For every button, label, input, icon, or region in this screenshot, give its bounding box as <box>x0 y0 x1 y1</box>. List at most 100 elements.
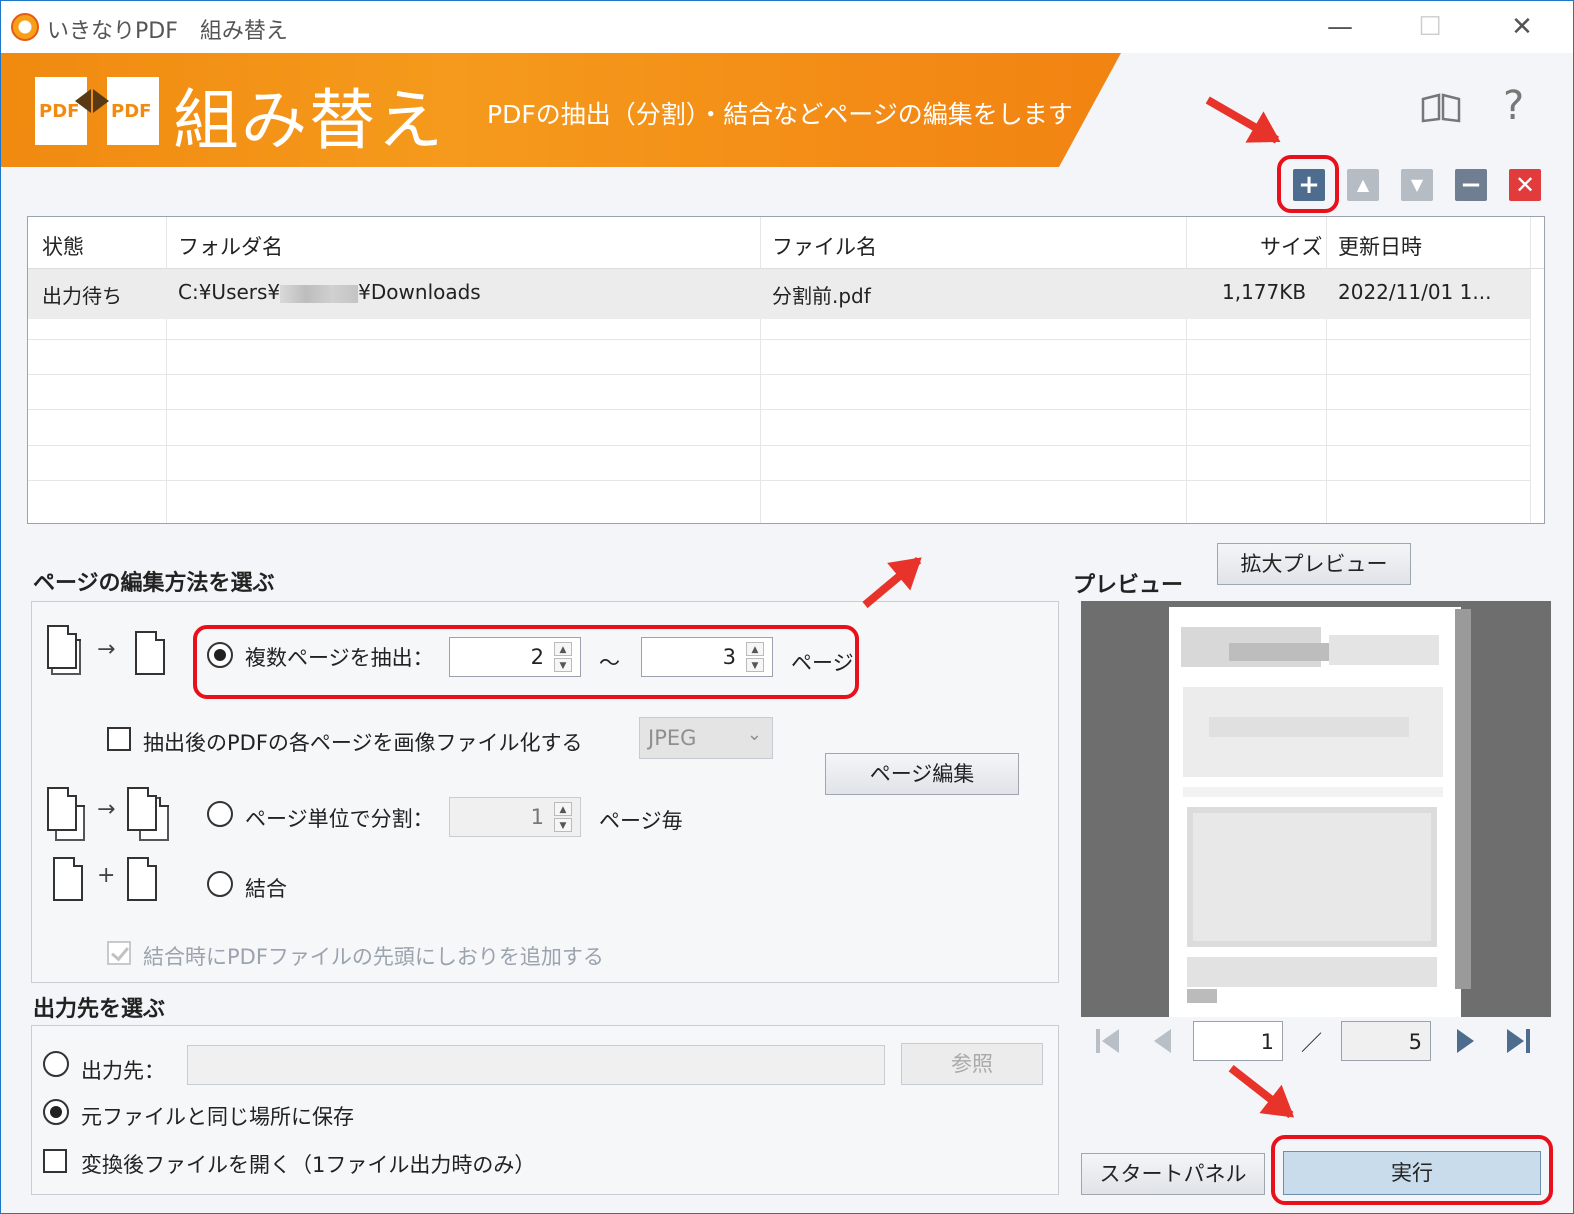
row-divider <box>28 409 1530 410</box>
help-icon[interactable]: ? <box>1503 83 1524 129</box>
manual-book-icon[interactable] <box>1421 93 1461 123</box>
merge-label: 結合 <box>245 877 287 901</box>
preview-page-thumbnail <box>1169 607 1461 1017</box>
logo-arrow-left-icon <box>75 89 91 113</box>
maximize-button[interactable]: ☐ <box>1407 7 1453 47</box>
annotation-arrow-run <box>1228 1065 1294 1119</box>
banner-subtitle: PDFの抽出（分割）・結合などページの編集をします <box>487 100 1073 129</box>
extract-label: 複数ページを抽出： <box>245 646 434 670</box>
arrow-icon: → <box>97 637 116 662</box>
browse-button[interactable]: 参照 <box>901 1043 1043 1085</box>
column-divider <box>1326 217 1327 523</box>
split-stepper[interactable]: 1 ▲ ▼ <box>449 797 581 837</box>
banner-title: 組み替え <box>173 82 445 159</box>
page-separator: ／ <box>1301 1031 1322 1055</box>
start-panel-button[interactable]: スタートパネル <box>1081 1153 1265 1195</box>
preview-scrollbar[interactable] <box>1455 609 1471 989</box>
dest-path-input[interactable] <box>187 1045 885 1085</box>
column-divider <box>166 217 167 523</box>
table-row[interactable]: 出力待ち C:¥Users¥ ¥Downloads 分割前.pdf 1,177KB… <box>28 269 1530 319</box>
stepper-down-icon[interactable]: ▼ <box>746 658 764 672</box>
merge-radio[interactable] <box>207 871 233 897</box>
last-page-icon[interactable] <box>1503 1025 1533 1057</box>
file-list-table[interactable]: 状態 フォルダ名 ファイル名 サイズ 更新日時 出力待ち C:¥Users¥ ¥D… <box>27 216 1545 524</box>
stepper-up-icon[interactable]: ▲ <box>554 642 572 656</box>
plus-icon: + <box>97 863 116 888</box>
col-modified[interactable]: 更新日時 <box>1338 231 1422 261</box>
cell-modified: 2022/11/01 1... <box>1338 280 1492 304</box>
to-image-label: 抽出後のPDFの各ページを画像ファイル化する <box>143 731 583 755</box>
prev-page-icon[interactable] <box>1147 1025 1177 1057</box>
cell-status: 出力待ち <box>42 284 122 308</box>
window-title: いきなりPDF 組み替え <box>47 19 288 44</box>
stepper-up-icon[interactable]: ▲ <box>746 642 764 656</box>
row-divider <box>28 445 1530 446</box>
first-page-icon[interactable] <box>1093 1025 1123 1057</box>
preview-title: プレビュー <box>1073 573 1184 598</box>
remove-file-button[interactable]: − <box>1455 169 1487 201</box>
range-tilde: ～ <box>599 651 620 675</box>
minimize-button[interactable]: — <box>1317 7 1363 47</box>
stepper-down-icon[interactable]: ▼ <box>554 818 572 832</box>
cell-size: 1,177KB <box>1222 280 1307 304</box>
single-page-icon <box>53 857 83 901</box>
multi-page-icon <box>47 787 77 831</box>
highlight-ring-add <box>1277 155 1339 213</box>
edit-method-title: ページの編集方法を選ぶ <box>33 571 275 596</box>
extract-unit-label: ページ <box>791 651 854 675</box>
move-up-button[interactable]: ▲ <box>1347 169 1379 201</box>
app-window: いきなりPDF 組み替え — ☐ ✕ PDF PDF 組み替え PDFの抽出（分… <box>0 0 1574 1214</box>
total-pages-field: 5 <box>1341 1021 1431 1061</box>
same-place-label: 元ファイルと同じ場所に保存 <box>81 1105 354 1129</box>
cell-folder: C:¥Users¥ ¥Downloads <box>178 280 481 304</box>
stepper-down-icon[interactable]: ▼ <box>554 658 572 672</box>
split-radio[interactable] <box>207 801 233 827</box>
app-logo-icon <box>11 13 39 41</box>
extract-radio[interactable] <box>207 642 233 668</box>
preview-pane <box>1081 601 1551 1017</box>
logo-pdf-right: PDF <box>107 77 159 145</box>
stepper-up-icon[interactable]: ▲ <box>554 802 572 816</box>
col-status[interactable]: 状態 <box>42 231 84 261</box>
image-format-select[interactable]: JPEG ⌄ <box>639 717 773 759</box>
arrow-icon: → <box>97 797 116 822</box>
row-divider <box>28 480 1530 481</box>
table-header: 状態 フォルダ名 ファイル名 サイズ 更新日時 <box>28 217 1544 269</box>
bookmark-checkbox[interactable] <box>107 941 131 965</box>
dest-label: 出力先： <box>81 1059 165 1083</box>
close-window-button[interactable]: ✕ <box>1499 7 1545 47</box>
zoom-preview-button[interactable]: 拡大プレビュー <box>1217 543 1411 585</box>
column-divider <box>1186 217 1187 523</box>
to-image-checkbox[interactable] <box>107 727 131 751</box>
chevron-down-icon: ⌄ <box>746 724 762 745</box>
col-file[interactable]: ファイル名 <box>772 231 877 261</box>
cell-file: 分割前.pdf <box>772 284 871 308</box>
next-page-icon[interactable] <box>1451 1025 1481 1057</box>
header-banner: PDF PDF 組み替え PDFの抽出（分割）・結合などページの編集をします ? <box>1 53 1573 167</box>
clear-list-button[interactable]: ✕ <box>1509 169 1541 201</box>
split-unit-label: ページ毎 <box>599 809 683 833</box>
row-divider <box>28 374 1530 375</box>
redacted-username <box>280 284 359 303</box>
page-edit-button[interactable]: ページ編集 <box>825 753 1019 795</box>
extract-from-stepper[interactable]: 2 ▲ ▼ <box>449 637 581 677</box>
col-folder[interactable]: フォルダ名 <box>178 231 283 261</box>
dest-radio[interactable] <box>43 1051 69 1077</box>
column-divider <box>760 217 761 523</box>
same-place-radio[interactable] <box>43 1099 69 1125</box>
open-after-checkbox[interactable] <box>43 1149 67 1173</box>
bookmark-label: 結合時にPDFファイルの先頭にしおりを追加する <box>143 945 604 969</box>
extract-to-stepper[interactable]: 3 ▲ ▼ <box>641 637 773 677</box>
row-divider <box>28 339 1530 340</box>
open-after-label: 変換後ファイルを開く（1ファイル出力時のみ） <box>81 1153 536 1177</box>
title-bar: いきなりPDF 組み替え — ☐ ✕ <box>1 1 1573 53</box>
single-page-icon <box>135 631 165 675</box>
multi-page-icon <box>127 787 157 831</box>
output-title: 出力先を選ぶ <box>33 997 166 1022</box>
split-label: ページ単位で分割： <box>245 807 434 831</box>
move-down-button[interactable]: ▼ <box>1401 169 1433 201</box>
multi-page-icon <box>47 625 77 669</box>
col-size[interactable]: サイズ <box>1260 231 1322 261</box>
current-page-input[interactable]: 1 <box>1193 1021 1283 1061</box>
highlight-ring-run <box>1271 1135 1553 1205</box>
